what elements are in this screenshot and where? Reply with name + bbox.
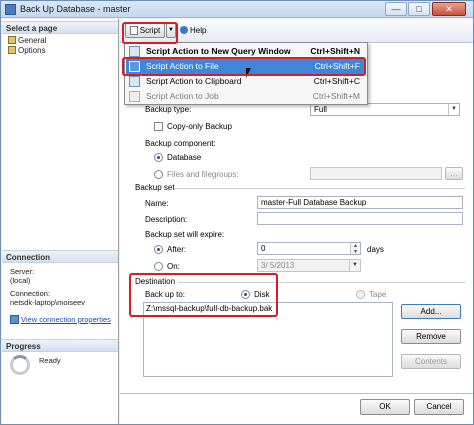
destination-highlight <box>129 273 278 317</box>
help-button[interactable]: Help <box>180 26 206 35</box>
backup-name-input[interactable]: master-Full Database Backup <box>257 196 463 209</box>
connection-label: Connection: <box>10 289 51 298</box>
database-option-label: Database <box>167 153 202 162</box>
backup-set-header: Backup set <box>135 183 175 192</box>
cancel-button[interactable]: Cancel <box>414 399 464 415</box>
group-divider <box>175 188 465 189</box>
page-item-label: General <box>18 36 47 45</box>
left-pane: Select a page General Options Connection… <box>2 19 119 424</box>
description-label: Description: <box>145 215 188 224</box>
expire-label: Backup set will expire: <box>145 230 225 239</box>
tape-radio <box>356 290 365 299</box>
files-filegroups-label: Files and filegroups: <box>167 170 239 179</box>
name-label: Name: <box>145 199 169 208</box>
chevron-down-icon: ▼ <box>448 104 459 115</box>
backup-type-label: Backup type: <box>145 105 192 114</box>
page-icon <box>8 46 16 54</box>
select-page-header: Select a page <box>2 21 118 34</box>
contents-button: Contents <box>401 354 461 369</box>
database-icon <box>5 4 16 15</box>
on-radio[interactable] <box>154 262 163 271</box>
backup-database-window: Back Up Database - master — □ ✕ Select a… <box>0 0 474 425</box>
clipboard-icon <box>129 76 140 87</box>
tape-option-label: Tape <box>369 290 387 299</box>
stepper-arrows-icon[interactable]: ▲ ▼ <box>350 243 360 254</box>
database-radio[interactable] <box>154 153 163 162</box>
page-icon <box>8 36 16 44</box>
job-icon <box>129 91 140 102</box>
window-title: Back Up Database - master <box>20 4 131 14</box>
page-item-label: Options <box>18 46 46 55</box>
progress-status: Ready <box>39 356 61 365</box>
backup-component-label: Backup component: <box>145 139 216 148</box>
menu-item-shortcut: Ctrl+Shift+C <box>313 76 360 86</box>
after-days-value: 0 <box>261 244 266 253</box>
script-button-highlight <box>122 22 178 44</box>
close-button[interactable]: ✕ <box>432 2 466 16</box>
new-query-window-icon <box>129 46 140 57</box>
server-value: (local) <box>10 276 31 285</box>
page-item-general[interactable]: General <box>8 36 46 45</box>
view-connection-properties[interactable]: View connection properties <box>10 315 111 324</box>
backup-type-value: Full <box>314 105 327 114</box>
minimize-button[interactable]: — <box>385 2 407 16</box>
copy-only-checkbox[interactable] <box>154 122 163 131</box>
after-label: After: <box>167 245 187 254</box>
help-label: Help <box>190 26 207 35</box>
title-bar[interactable]: Back Up Database - master — □ ✕ <box>1 1 473 18</box>
description-input[interactable] <box>257 212 463 225</box>
maximize-button[interactable]: □ <box>408 2 430 16</box>
browse-files-button: … <box>445 167 463 180</box>
expire-date-value: 3/ 5/2013 <box>261 261 295 270</box>
connection-header: Connection <box>2 250 118 263</box>
connection-properties-icon <box>10 315 19 324</box>
server-label: Server: <box>10 267 35 276</box>
add-button[interactable]: Add... <box>401 304 461 319</box>
remove-button[interactable]: Remove <box>401 329 461 344</box>
progress-header: Progress <box>2 339 118 352</box>
connection-value: netsdk-laptop\moiseev <box>10 298 86 307</box>
page-item-options[interactable]: Options <box>8 46 46 55</box>
after-radio[interactable] <box>154 245 163 254</box>
chevron-down-icon: ▼ <box>349 260 360 271</box>
menu-item-label: Script Action to New Query Window <box>146 46 291 56</box>
menu-item-shortcut: Ctrl+Shift+N <box>310 46 360 56</box>
menu-item-script-to-job: Script Action to Job Ctrl+Shift+M <box>126 89 366 104</box>
ok-button[interactable]: OK <box>360 399 410 415</box>
menu-item-label: Script Action to Job <box>146 91 219 101</box>
on-label: On: <box>167 262 180 271</box>
footer-divider <box>120 393 473 394</box>
days-label: days <box>367 245 384 254</box>
menu-item-label: Script Action to Clipboard <box>146 76 242 86</box>
help-icon <box>180 26 188 34</box>
menu-item-shortcut: Ctrl+Shift+M <box>312 91 360 101</box>
progress-spinner-icon <box>10 355 30 375</box>
script-to-file-highlight <box>122 57 366 76</box>
view-connection-link[interactable]: View connection properties <box>21 315 111 324</box>
copy-only-label: Copy-only Backup <box>167 122 232 131</box>
files-filegroups-field <box>310 167 442 180</box>
after-days-stepper[interactable]: 0 ▲ ▼ <box>257 242 361 255</box>
files-filegroups-radio[interactable] <box>154 170 163 179</box>
expire-date-picker: 3/ 5/2013 ▼ <box>257 259 361 272</box>
